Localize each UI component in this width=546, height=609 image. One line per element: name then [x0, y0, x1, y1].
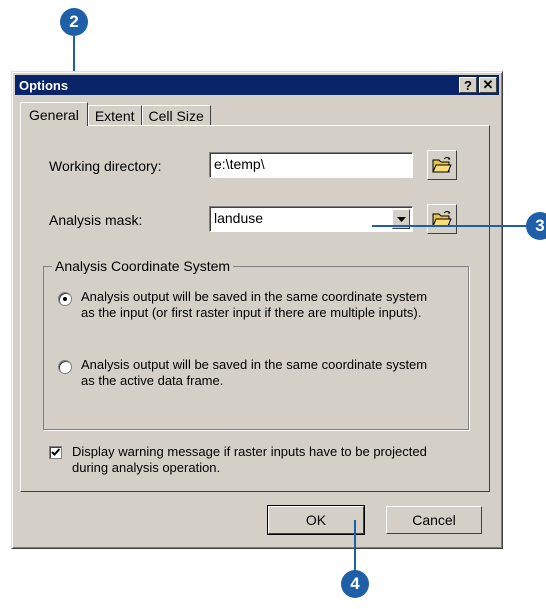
radio-same-as-input[interactable]: Analysis output will be saved in the sam… — [58, 289, 441, 321]
title-bar[interactable]: Options ? ✕ — [15, 75, 499, 95]
callout-4: 4 — [341, 570, 369, 598]
analysis-mask-combo[interactable]: landuse — [209, 206, 413, 232]
radio-same-as-data-frame-label: Analysis output will be saved in the sam… — [81, 357, 428, 388]
working-directory-input[interactable]: e:\temp\ — [209, 152, 413, 178]
open-folder-icon — [432, 157, 452, 173]
tab-cell-size[interactable]: Cell Size — [141, 105, 211, 126]
close-icon: ✕ — [482, 77, 494, 92]
radio-button-checked[interactable] — [58, 292, 72, 306]
help-button[interactable]: ? — [459, 77, 477, 93]
ok-button[interactable]: OK — [267, 505, 365, 535]
warning-checkbox[interactable] — [49, 446, 62, 459]
tab-general[interactable]: General — [20, 102, 88, 126]
checkmark-icon — [51, 448, 60, 456]
general-tab-panel: Working directory: e:\temp\ Analysis mas… — [20, 125, 490, 492]
browse-working-directory-button[interactable] — [427, 150, 457, 180]
radio-same-as-input-label: Analysis output will be saved in the sam… — [81, 289, 428, 320]
callout-3: 3 — [526, 212, 546, 240]
coordinate-system-group-title: Analysis Coordinate System — [52, 258, 234, 274]
help-icon: ? — [464, 77, 472, 93]
browse-analysis-mask-button[interactable] — [427, 204, 457, 234]
cancel-button[interactable]: Cancel — [386, 506, 482, 534]
options-dialog: Options ? ✕ General Extent Cell Size Wor… — [11, 71, 503, 549]
coordinate-system-group: Analysis Coordinate System Analysis outp… — [43, 258, 469, 430]
analysis-mask-value: landuse — [214, 210, 264, 226]
callout-4-leader — [354, 520, 356, 572]
callout-2: 2 — [60, 8, 88, 36]
radio-same-as-data-frame[interactable]: Analysis output will be saved in the sam… — [58, 357, 441, 389]
warning-checkbox-label: Display warning message if raster inputs… — [72, 444, 427, 475]
radio-button-unchecked[interactable] — [58, 360, 72, 374]
analysis-mask-label: Analysis mask: — [49, 212, 143, 228]
warning-checkbox-row[interactable]: Display warning message if raster inputs… — [49, 444, 462, 476]
dialog-title: Options — [19, 77, 69, 93]
working-directory-label: Working directory: — [49, 158, 162, 174]
callout-3-leader — [372, 225, 530, 227]
tab-strip: General Extent Cell Size — [20, 102, 211, 126]
tab-extent[interactable]: Extent — [87, 105, 142, 126]
close-button[interactable]: ✕ — [479, 77, 497, 93]
